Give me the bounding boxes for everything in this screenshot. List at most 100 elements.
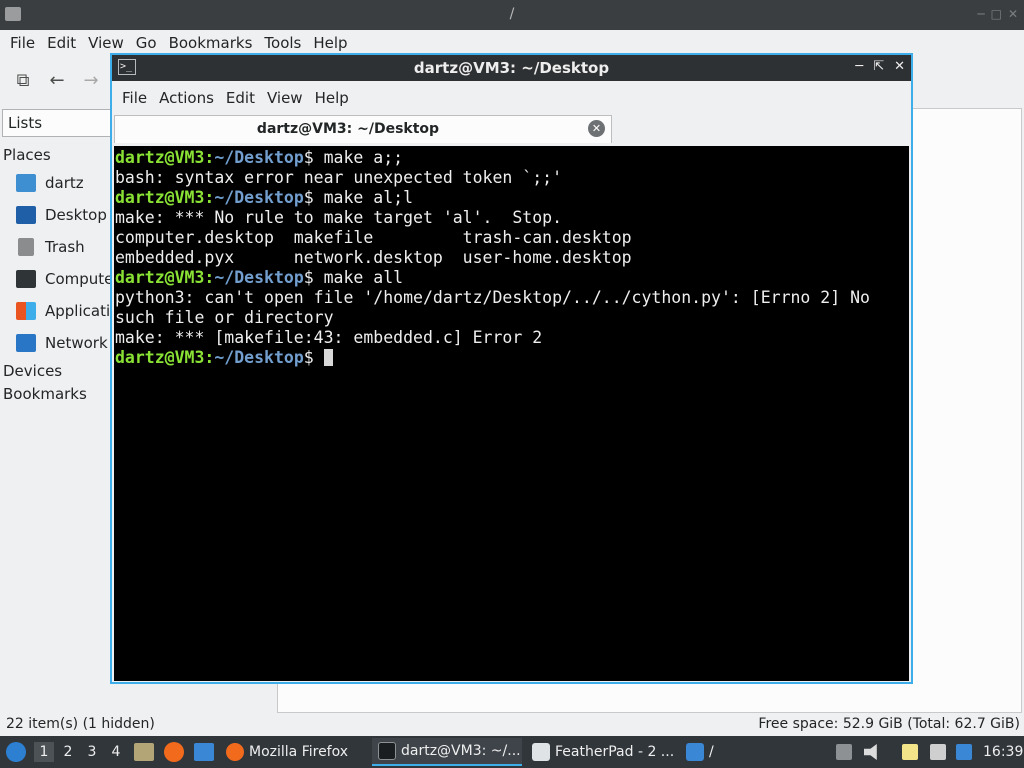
sidebar-item-label: Computer <box>45 270 120 288</box>
fm-menu-view[interactable]: View <box>82 31 130 55</box>
text-cursor <box>323 349 333 366</box>
places-heading[interactable]: Places <box>3 146 51 164</box>
prompt-dollar: $ <box>303 268 314 287</box>
maximize-icon[interactable]: □ <box>991 7 1002 21</box>
fm-menu-bookmarks[interactable]: Bookmarks <box>163 31 259 55</box>
terminal-titlebar[interactable]: >_ dartz@VM3: ~/Desktop ─ ⇱ ✕ <box>112 55 911 81</box>
sidebar-item-label: dartz <box>45 174 84 192</box>
computer-icon <box>16 270 36 288</box>
term-menu-file[interactable]: File <box>116 86 153 110</box>
fm-titlebar[interactable]: / ─ □ ✕ <box>0 0 1024 30</box>
fm-menu-tools[interactable]: Tools <box>258 31 307 55</box>
lubuntu-logo-icon <box>6 742 26 762</box>
output-text: python3: can't open file '/home/dartz/De… <box>115 288 870 307</box>
command-text: make a;; <box>313 148 404 167</box>
fm-menu-help[interactable]: Help <box>307 31 353 55</box>
desktop-switcher-4[interactable]: 4 <box>106 742 126 762</box>
prompt-colon: : <box>204 348 215 367</box>
sidebar-item-label: Trash <box>45 238 85 256</box>
clipboard-icon[interactable] <box>836 744 852 760</box>
prompt-dollar: $ <box>303 188 314 207</box>
notes-icon[interactable] <box>902 744 918 760</box>
prompt-user-host: dartz@VM3 <box>115 348 205 367</box>
prompt-colon: : <box>204 268 215 287</box>
volume-icon[interactable] <box>864 744 877 760</box>
fm-window-title: / <box>509 6 515 22</box>
trash-icon <box>18 238 34 256</box>
output-text: computer.desktop makefile trash-can.desk… <box>115 228 632 247</box>
terminal-menubar: File Actions Edit View Help <box>112 84 911 112</box>
output-text: make: *** [makefile:43: embedded.c] Erro… <box>115 328 543 347</box>
task-featherpad[interactable]: FeatherPad - 2 ... <box>526 738 676 766</box>
forward-arrow-icon[interactable]: → <box>80 70 102 92</box>
output-text: make: *** No rule to make target 'al'. S… <box>115 208 563 227</box>
minimize-icon[interactable]: ─ <box>855 59 863 74</box>
start-menu-button[interactable] <box>6 736 26 768</box>
desktop-switcher-2[interactable]: 2 <box>58 742 78 762</box>
command-text <box>314 348 324 367</box>
task-label: / <box>709 744 714 760</box>
output-text: bash: syntax error near unexpected token… <box>115 168 563 187</box>
desktop-switcher-3[interactable]: 3 <box>82 742 102 762</box>
terminal-tab-label: dartz@VM3: ~/Desktop <box>256 121 440 137</box>
prompt-path: ~/Desktop <box>214 148 304 167</box>
task-firefox[interactable]: Mozilla Firefox <box>220 738 368 766</box>
task-terminal[interactable]: dartz@VM3: ~/... <box>372 738 522 766</box>
network-icon <box>16 334 36 352</box>
terminal-line: bash: syntax error near unexpected token… <box>115 168 909 188</box>
terminal-window-title: dartz@VM3: ~/Desktop <box>413 59 610 77</box>
sidebar-item-desktop[interactable]: Desktop <box>16 203 107 227</box>
terminal-line: dartz@VM3:~/Desktop$ make al;l <box>115 188 909 208</box>
applications-icon <box>16 302 36 320</box>
desktop-switcher-1[interactable]: 1 <box>34 742 54 762</box>
prompt-colon: : <box>204 188 215 207</box>
terminal-output[interactable]: dartz@VM3:~/Desktop$ make a;; bash: synta… <box>114 146 909 681</box>
command-text: make all <box>313 268 404 287</box>
minimize-icon[interactable]: ─ <box>977 7 984 21</box>
bookmarks-heading[interactable]: Bookmarks <box>3 385 87 403</box>
network-tray-icon[interactable] <box>930 744 946 760</box>
home-folder-icon <box>16 174 36 192</box>
close-tab-icon[interactable]: ✕ <box>588 120 605 137</box>
task-label: FeatherPad - 2 ... <box>555 744 675 760</box>
task-file-manager[interactable]: / <box>680 738 830 766</box>
term-menu-help[interactable]: Help <box>309 86 355 110</box>
folder-launcher-icon[interactable] <box>194 743 214 761</box>
close-icon[interactable]: ✕ <box>894 59 905 74</box>
update-icon[interactable] <box>956 744 972 760</box>
terminal-line: dartz@VM3:~/Desktop$ <box>115 348 909 368</box>
sidebar-view-selector[interactable]: Lists <box>2 109 112 137</box>
terminal-tabbar: dartz@VM3: ~/Desktop ✕ <box>112 113 911 145</box>
terminal-line: computer.desktop makefile trash-can.desk… <box>115 228 909 248</box>
maximize-icon[interactable]: ⇱ <box>873 59 884 74</box>
file-cabinet-icon[interactable] <box>134 743 154 761</box>
sidebar-item-trash[interactable]: Trash <box>16 235 85 259</box>
term-menu-view[interactable]: View <box>261 86 309 110</box>
terminal-line: embedded.pyx network.desktop user-home.d… <box>115 248 909 268</box>
terminal-line: dartz@VM3:~/Desktop$ make a;; <box>115 148 909 168</box>
fm-menu-go[interactable]: Go <box>130 31 163 55</box>
firefox-launcher-icon[interactable] <box>164 742 184 762</box>
sidebar-item-label: Network <box>45 334 108 352</box>
terminal-line: such file or directory <box>115 308 909 328</box>
devices-heading[interactable]: Devices <box>3 362 62 380</box>
terminal-tab[interactable]: dartz@VM3: ~/Desktop ✕ <box>114 115 612 143</box>
sidebar-item-network[interactable]: Network <box>16 331 108 355</box>
sidebar-item-computer[interactable]: Computer <box>16 267 120 291</box>
clock[interactable]: 16:39 <box>983 736 1023 768</box>
status-free-space: Free space: 52.9 GiB (Total: 62.7 GiB) <box>758 716 1020 732</box>
sidebar-item-dartz[interactable]: dartz <box>16 171 84 195</box>
terminal-line: make: *** No rule to make target 'al'. S… <box>115 208 909 228</box>
prompt-user-host: dartz@VM3 <box>115 148 205 167</box>
back-arrow-icon[interactable]: ← <box>46 70 68 92</box>
term-menu-actions[interactable]: Actions <box>153 86 220 110</box>
firefox-icon <box>226 743 244 761</box>
close-icon[interactable]: ✕ <box>1008 7 1018 21</box>
term-menu-edit[interactable]: Edit <box>220 86 261 110</box>
terminal-line: python3: can't open file '/home/dartz/De… <box>115 288 909 308</box>
new-tab-icon[interactable]: ⧉ <box>12 70 34 92</box>
prompt-dollar: $ <box>303 148 314 167</box>
terminal-window: >_ dartz@VM3: ~/Desktop ─ ⇱ ✕ File Actio… <box>110 53 913 684</box>
fm-menu-file[interactable]: File <box>4 31 41 55</box>
fm-menu-edit[interactable]: Edit <box>41 31 82 55</box>
